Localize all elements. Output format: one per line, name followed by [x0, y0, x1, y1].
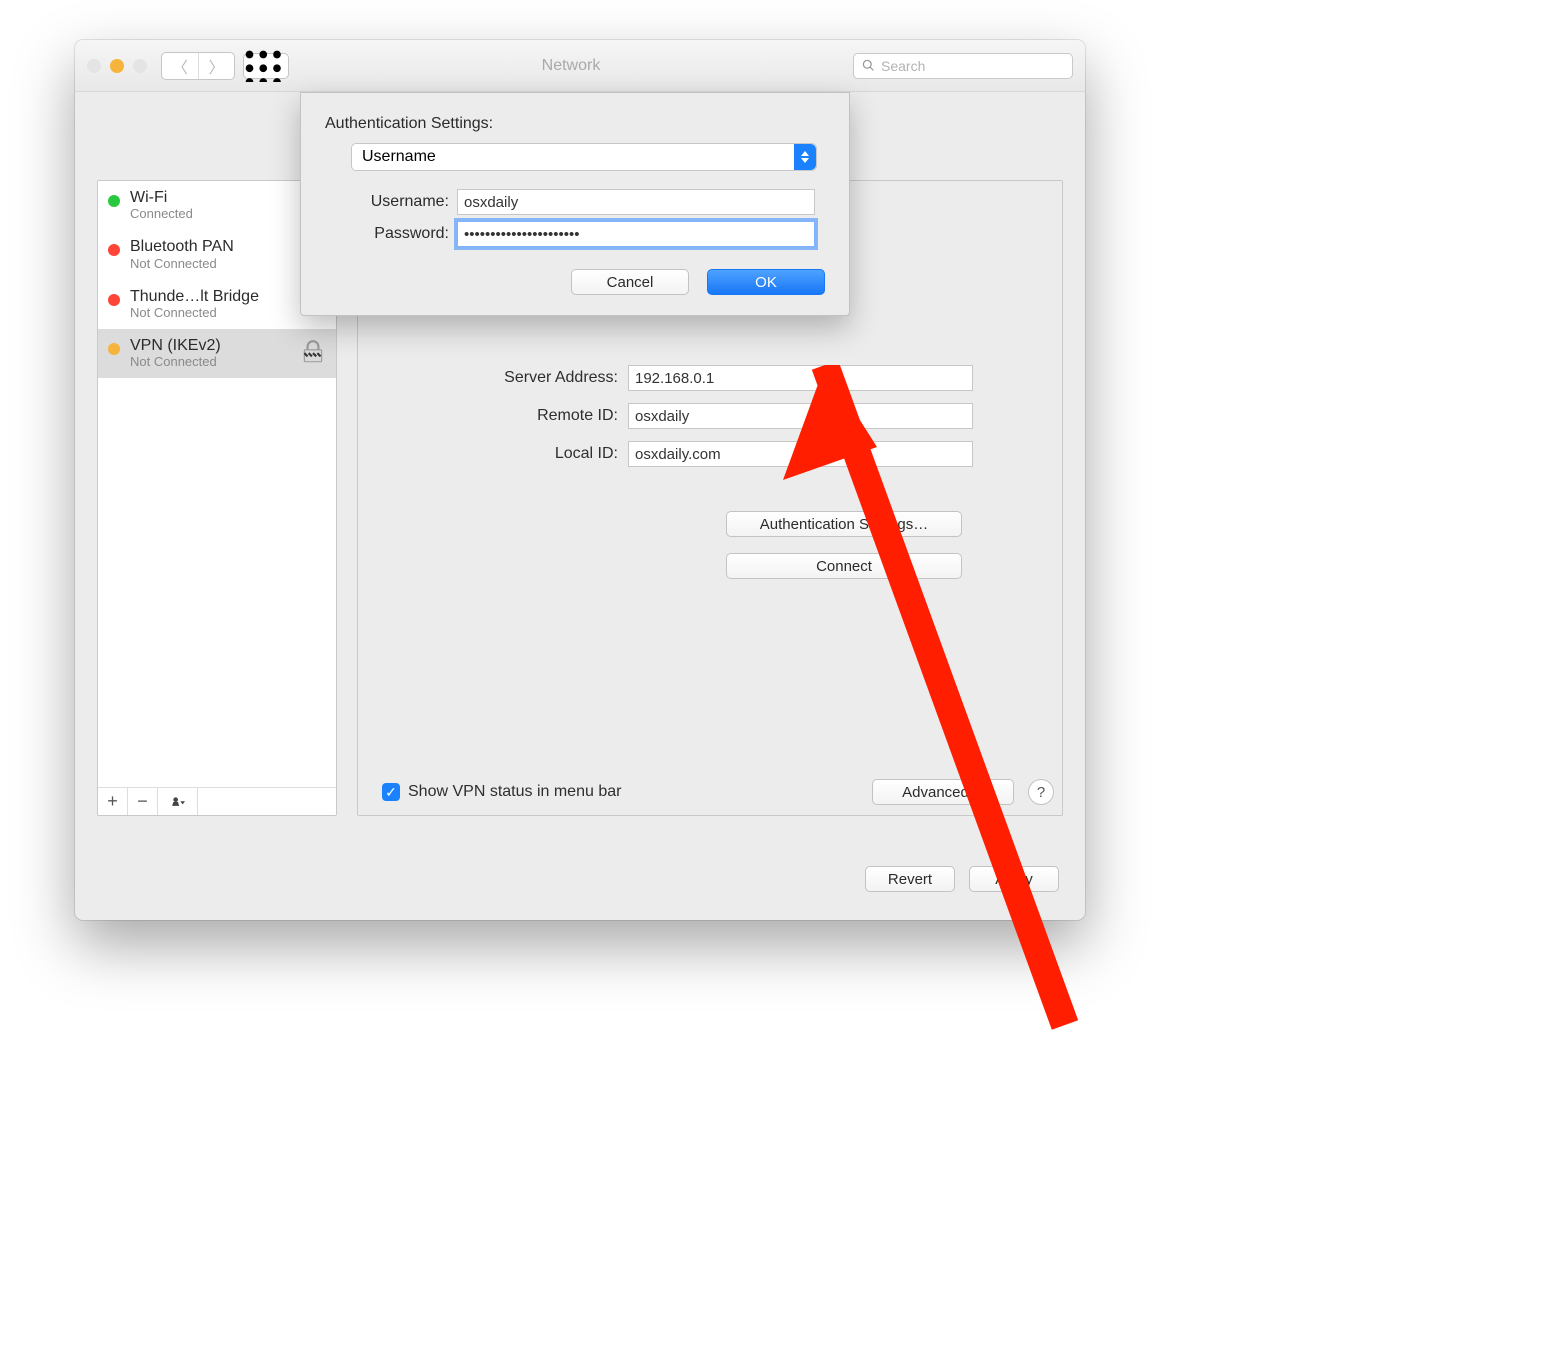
server-address-label: Server Address: [448, 369, 618, 387]
advanced-button[interactable]: Advanced… [872, 779, 1014, 805]
show-vpn-checkbox[interactable]: ✓ [382, 783, 400, 801]
authentication-settings-button[interactable]: Authentication Settings… [726, 511, 962, 537]
status-dot-icon [108, 195, 120, 207]
password-label: Password: [325, 225, 449, 243]
password-input[interactable] [457, 221, 815, 247]
apply-button[interactable]: Apply [969, 866, 1059, 892]
remote-id-label: Remote ID: [448, 407, 618, 425]
show-vpn-menubar-row: ✓ Show VPN status in menu bar [382, 783, 621, 801]
window-title: Network [289, 57, 853, 75]
show-vpn-label: Show VPN status in menu bar [408, 783, 621, 801]
search-field[interactable]: Search [853, 53, 1073, 79]
connect-button[interactable]: Connect [726, 553, 962, 579]
revert-button[interactable]: Revert [865, 866, 955, 892]
sidebar-toolbar: + − [98, 787, 336, 815]
auth-method-select[interactable]: Username [351, 143, 817, 171]
auth-method-value: Username [362, 148, 436, 166]
chevron-updown-icon [794, 144, 816, 170]
minimize-icon[interactable] [110, 59, 124, 73]
sheet-title: Authentication Settings: [325, 115, 825, 133]
status-dot-icon [108, 244, 120, 256]
search-icon [862, 59, 875, 72]
remote-id-input[interactable] [628, 403, 973, 429]
username-input[interactable] [457, 189, 815, 215]
cancel-button[interactable]: Cancel [571, 269, 689, 295]
status-dot-icon [108, 294, 120, 306]
nav-buttons: 〈 〉 [161, 52, 235, 80]
help-button[interactable]: ? [1028, 779, 1054, 805]
remote-id-row: Remote ID: [448, 403, 973, 429]
service-item-vpn[interactable]: VPN (IKEv2)Not Connected [98, 329, 336, 378]
action-menu-button[interactable] [158, 788, 198, 815]
add-service-button[interactable]: + [98, 788, 128, 815]
password-row: Password: [325, 221, 825, 247]
network-prefs-window: 〈 〉 Network Search Wi-FiConnected Blueto… [75, 40, 1085, 920]
forward-button[interactable]: 〉 [198, 53, 234, 79]
status-dot-icon [108, 343, 120, 355]
server-address-input[interactable] [628, 365, 973, 391]
authentication-sheet: Authentication Settings: Username Userna… [300, 92, 850, 316]
server-address-row: Server Address: [448, 365, 973, 391]
username-label: Username: [325, 193, 449, 211]
back-button[interactable]: 〈 [162, 53, 198, 79]
ok-button[interactable]: OK [707, 269, 825, 295]
titlebar: 〈 〉 Network Search [75, 40, 1085, 92]
lock-icon [300, 339, 326, 365]
username-row: Username: [325, 189, 825, 215]
zoom-icon[interactable] [133, 59, 147, 73]
sheet-buttons: Cancel OK [325, 269, 825, 295]
local-id-label: Local ID: [448, 445, 618, 463]
show-all-button[interactable] [243, 53, 289, 79]
traffic-lights [87, 59, 147, 73]
search-placeholder: Search [881, 58, 925, 74]
local-id-row: Local ID: [448, 441, 973, 467]
close-icon[interactable] [87, 59, 101, 73]
remove-service-button[interactable]: − [128, 788, 158, 815]
local-id-input[interactable] [628, 441, 973, 467]
